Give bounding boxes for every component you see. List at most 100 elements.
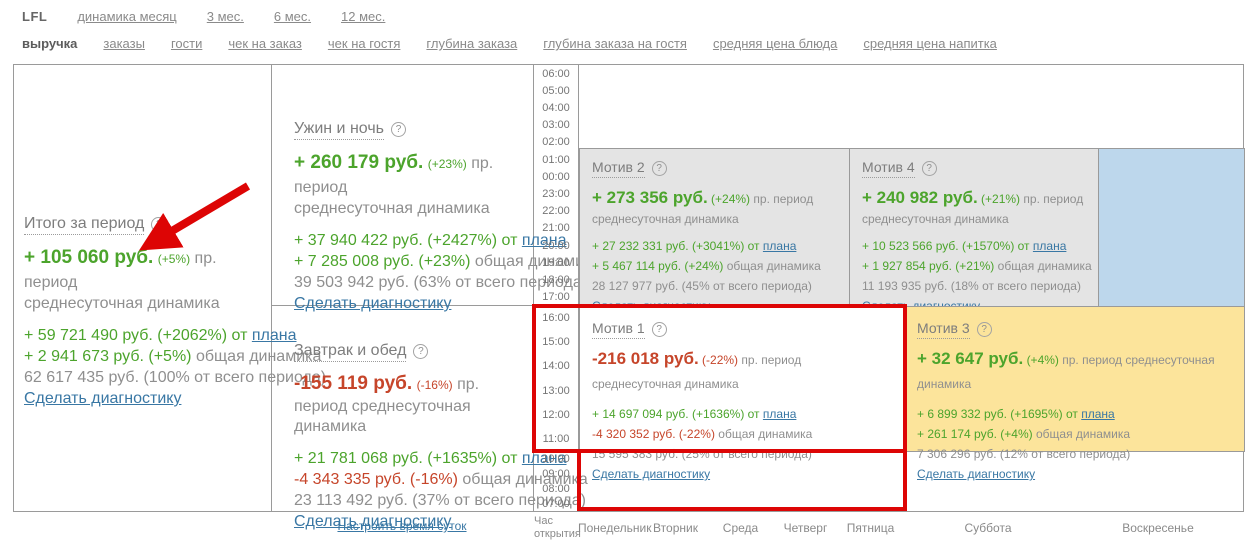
hours-middle-group: 16:0015:0014:0013:0012:0011:00 [534,306,578,451]
panel-dinner-title: Ужин и ночь [294,120,384,140]
panel-dinner-night: Ужин и ночь? + 260 179 руб. (+23%) пр. п… [272,65,533,306]
period-link[interactable]: динамика месяц [77,9,176,24]
panel-motive2-title: Мотив 2 [592,159,645,178]
weekend-labels: СубботаВоскресенье [903,521,1243,535]
motive1-plan-value: + 14 697 094 руб. (+1636%) от [592,407,760,421]
metric-link[interactable]: гости [171,36,202,51]
dinner-sum-line: 39 503 942 руб. (63% от всего периода) [294,272,519,293]
plan-link[interactable]: плана [1033,239,1066,253]
period-link[interactable]: 12 мес. [341,9,385,24]
motive3-pct: (+4%) [1027,353,1059,367]
help-icon[interactable]: ? [391,122,406,137]
panel-motive-1: Мотив 1? -216 018 руб. (-22%) пр. период… [579,306,905,452]
hour-label: 23:00 [534,188,578,200]
motive4-dyn-value: + 1 927 854 руб. (+21%) [862,259,994,273]
metric-link[interactable]: средняя цена напитка [863,36,997,51]
dinner-plan-value: + 37 940 422 руб. (+2427%) от [294,232,517,249]
hours-bottom-group: 10:0009:0008:0007:00 [534,451,578,511]
metric-nav: выручка заказы гости чек на заказ чек на го… [22,36,997,51]
breakfast-plan-value: + 21 781 068 руб. (+1635%) от [294,450,517,467]
hour-label: 18:00 [534,274,578,286]
metric-link[interactable]: чек на заказ [228,36,302,51]
hour-label: 19:00 [534,257,578,269]
dyn-label: общая динамика [1036,427,1130,441]
period-link[interactable]: 6 мес. [274,9,311,24]
weekday-header: ПонедельникВторникСредаЧетвергПятница Су… [578,512,1244,544]
diagnostics-link[interactable]: Сделать диагностику [294,295,451,312]
day-schedule-board: Итого за период? + 105 060 руб. (+5%) пр… [13,64,1244,512]
motive1-value: -216 018 руб. [592,349,699,368]
metric-link[interactable]: глубина заказа на гостя [543,36,687,51]
total-value: + 105 060 руб. [24,247,153,268]
hour-label: 16:00 [534,312,578,324]
panel-breakfast-lunch: Завтрак и обед? -155 119 руб. (-16%) пр.… [272,306,533,511]
hours-column: 06:0005:0004:0003:0002:0001:0000:0023:00… [534,65,579,511]
hour-label: 05:00 [534,85,578,97]
motive1-dyn-value: -4 320 352 руб. (-22%) [592,427,715,441]
hour-label: 11:00 [534,433,578,445]
metric-active-revenue[interactable]: выручка [22,36,77,51]
help-icon[interactable]: ? [652,322,667,337]
help-icon[interactable]: ? [922,161,937,176]
panel-motive-2: Мотив 2? + 273 356 руб. (+24%) пр. перио… [579,148,850,307]
total-pct: (+5%) [158,252,190,266]
setup-dayparts-link[interactable]: Настроить время суток [337,519,466,533]
period-links: динамика месяц 3 мес. 6 мес. 12 мес. [77,9,385,24]
period-nav: LFL динамика месяц 3 мес. 6 мес. 12 мес. [22,9,385,24]
hour-label: 04:00 [534,102,578,114]
day-label: Среда [708,521,773,535]
help-icon[interactable]: ? [413,344,428,359]
motive1-sum-line: 15 595 383 руб. (25% от всего периода) [592,444,892,464]
week-grid: Мотив 2? + 273 356 руб. (+24%) пр. перио… [579,65,1245,511]
motive4-plan-value: + 10 523 566 руб. (+1570%) от [862,239,1030,253]
panel-motive3-title: Мотив 3 [917,320,970,339]
motive4-pct: (+21%) [981,192,1020,206]
help-icon[interactable]: ? [151,217,166,232]
metric-link[interactable]: заказы [103,36,145,51]
hour-label: 08:00 [534,483,578,495]
panel-breakfast-title: Завтрак и обед [294,342,406,362]
hour-label: 17:00 [534,291,578,303]
panel-motive-4: Мотив 4? + 240 982 руб. (+21%) пр. перио… [849,148,1099,307]
hour-label: 14:00 [534,360,578,372]
plan-link[interactable]: плана [763,239,796,253]
total-dyn-value: + 2 941 673 руб. (+5%) [24,348,192,365]
total-sum-line: 62 617 435 руб. (100% от всего периода) [24,367,259,388]
help-icon[interactable]: ? [977,322,992,337]
help-icon[interactable]: ? [652,161,667,176]
hour-label: 13:00 [534,385,578,397]
dyn-label: общая динамика [727,259,821,273]
dinner-dyn-value: + 7 285 008 руб. (+23%) [294,253,470,270]
period-link[interactable]: 3 мес. [207,9,244,24]
panel-total-title: Итого за период [24,215,144,235]
diagnostics-link[interactable]: Сделать диагностику [592,467,710,481]
metric-link[interactable]: чек на гостя [328,36,401,51]
hour-label: 15:00 [534,336,578,348]
daypart-column: Ужин и ночь? + 260 179 руб. (+23%) пр. п… [272,65,534,511]
total-plan-value: + 59 721 490 руб. (+2062%) от [24,327,247,344]
dinner-value: + 260 179 руб. [294,152,423,173]
motive4-period-label2: среднесуточная динамика [862,211,1086,228]
breakfast-sum-line: 23 113 492 руб. (37% от всего периода) [294,490,519,511]
metric-link[interactable]: глубина заказа [426,36,517,51]
motive2-plan-value: + 27 232 331 руб. (+3041%) от [592,239,760,253]
hour-label: 01:00 [534,154,578,166]
dyn-label: общая динамика [718,427,812,441]
plan-link[interactable]: плана [763,407,796,421]
hour-label: 00:00 [534,171,578,183]
breakfast-dyn-value: -4 343 335 руб. (-16%) [294,471,458,488]
motive2-period-label: пр. период [753,192,813,206]
hour-label: 06:00 [534,68,578,80]
day-label: Воскресенье [1073,521,1243,535]
metric-link[interactable]: средняя цена блюда [713,36,837,51]
hour-label: 22:00 [534,205,578,217]
diagnostics-link[interactable]: Сделать диагностику [917,467,1035,481]
plan-link[interactable]: плана [1081,407,1114,421]
motive1-pct: (-22%) [702,353,738,367]
motive2-value: + 273 356 руб. [592,188,708,207]
diagnostics-link[interactable]: Сделать диагностику [24,390,181,407]
hour-label: 21:00 [534,222,578,234]
breakfast-value: -155 119 руб. [294,373,412,394]
setup-dayparts: Настроить время суток [271,519,533,533]
lfl-label: LFL [22,9,47,24]
